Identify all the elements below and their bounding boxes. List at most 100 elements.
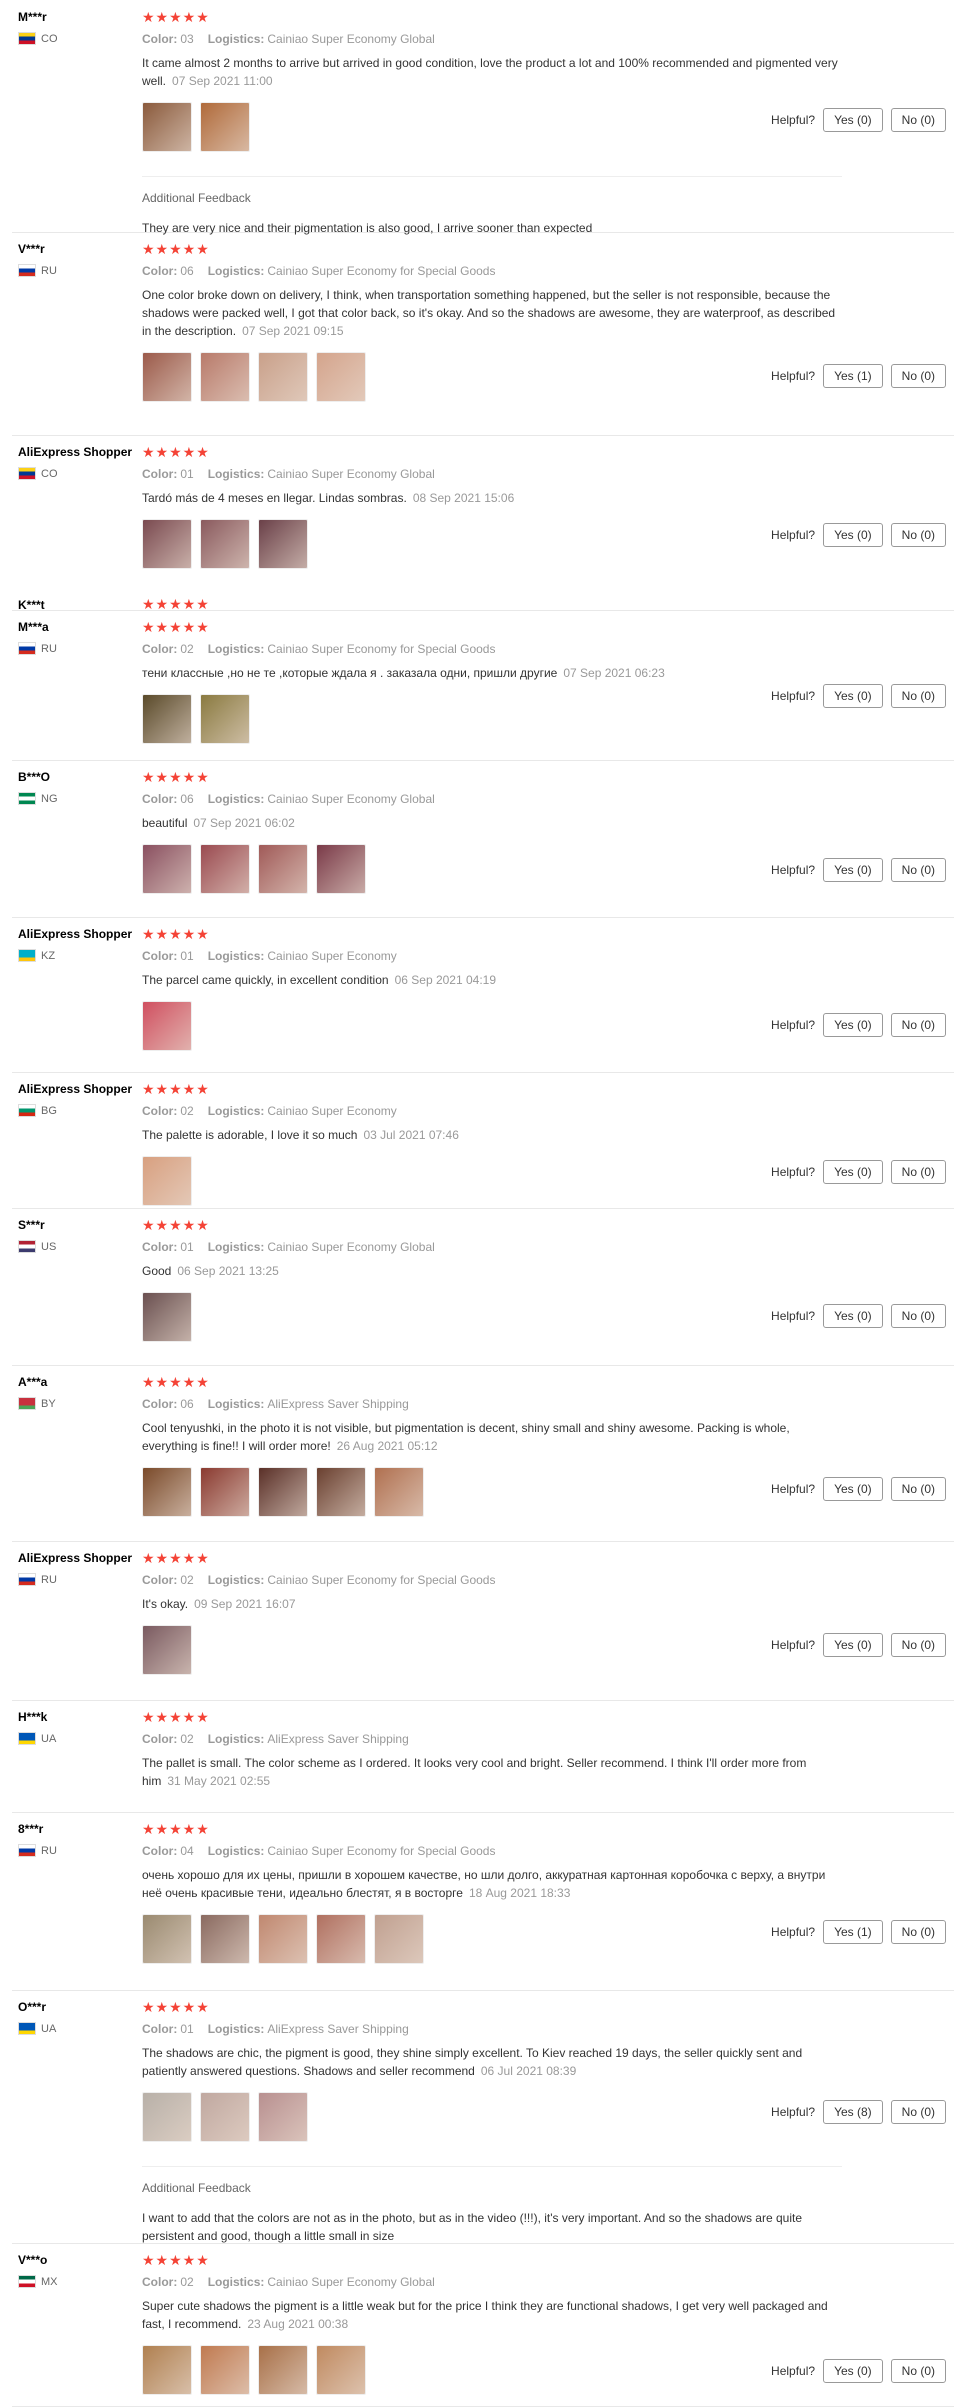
review-photo[interactable] bbox=[142, 694, 192, 744]
review-photos bbox=[142, 694, 842, 744]
reviewer-info: H***k UA bbox=[18, 1710, 148, 1745]
helpful-no-button[interactable]: No (0) bbox=[890, 364, 946, 388]
helpful-yes-button[interactable]: Yes (0) bbox=[823, 523, 883, 547]
review-meta: Color: 06 Logistics: AliExpress Saver Shipp… bbox=[142, 1397, 842, 1411]
country-code: BG bbox=[41, 1104, 57, 1117]
helpful-label: Helpful? bbox=[771, 1309, 816, 1323]
review-photo[interactable] bbox=[142, 1156, 192, 1206]
helpful-yes-button[interactable]: Yes (1) bbox=[823, 364, 883, 388]
rating-stars-icon: ★★★★★ bbox=[142, 1709, 210, 1725]
helpful-no-button[interactable]: No (0) bbox=[890, 1304, 946, 1328]
review-photo[interactable] bbox=[142, 352, 192, 402]
helpful-no-button[interactable]: No (0) bbox=[890, 1633, 946, 1657]
helpful-no-button[interactable]: No (0) bbox=[890, 1013, 946, 1037]
review-item: M***a RU ★★★★★ Color: 02 Logistics: Cainiao Su… bbox=[12, 610, 954, 761]
review-photo[interactable] bbox=[200, 2345, 250, 2395]
review-photo[interactable] bbox=[142, 2092, 192, 2142]
review-photo[interactable] bbox=[374, 1914, 424, 1964]
review-photo[interactable] bbox=[142, 2345, 192, 2395]
review-photo[interactable] bbox=[142, 1914, 192, 1964]
reviewer-country: US bbox=[18, 1240, 148, 1253]
country-code: KZ bbox=[41, 949, 56, 962]
review-photo[interactable] bbox=[142, 1001, 192, 1051]
review-photo[interactable] bbox=[142, 1467, 192, 1517]
helpful-yes-button[interactable]: Yes (0) bbox=[823, 1013, 883, 1037]
review-photo[interactable] bbox=[200, 1914, 250, 1964]
review-meta: Color: 02 Logistics: Cainiao Super Economy bbox=[142, 1104, 842, 1118]
country-code: NG bbox=[41, 792, 58, 805]
logistics-value: Cainiao Super Economy for Special Goods bbox=[267, 1844, 496, 1858]
helpful-yes-button[interactable]: Yes (0) bbox=[823, 1633, 883, 1657]
review-photo[interactable] bbox=[142, 519, 192, 569]
helpful-yes-button[interactable]: Yes (0) bbox=[823, 858, 883, 882]
review-content: ★★★★★ Color: 03 Logistics: Cainiao Super Eco… bbox=[142, 10, 842, 237]
review-photo[interactable] bbox=[200, 694, 250, 744]
review-photo[interactable] bbox=[258, 2092, 308, 2142]
helpful-no-button[interactable]: No (0) bbox=[890, 1477, 946, 1501]
review-photo[interactable] bbox=[258, 844, 308, 894]
review-content: ★★★★★ Color: 02 Logistics: AliExpress Saver … bbox=[142, 1710, 842, 1790]
logistics-label: Logistics: bbox=[207, 264, 265, 278]
review-text: The shadows are chic, the pigment is goo… bbox=[142, 2044, 842, 2080]
helpful-no-button[interactable]: No (0) bbox=[890, 108, 946, 132]
review-photo[interactable] bbox=[316, 2345, 366, 2395]
review-photo[interactable] bbox=[316, 844, 366, 894]
logistics-label: Logistics: bbox=[207, 1240, 265, 1254]
review-photo[interactable] bbox=[316, 352, 366, 402]
reviewer-name: 8***r bbox=[18, 1822, 44, 1836]
review-photo[interactable] bbox=[374, 1467, 424, 1517]
review-item: AliExpress Shopper CO ★★★★★ Color: 01 Logisti… bbox=[12, 435, 954, 611]
review-content: ★★★★★ Color: 02 Logistics: Cainiao Super Eco… bbox=[142, 2253, 842, 2395]
color-value: 01 bbox=[180, 949, 194, 963]
rating-stars-icon: ★★★★★ bbox=[142, 769, 210, 785]
country-flag-icon bbox=[18, 1732, 36, 1745]
color-value: 01 bbox=[180, 467, 194, 481]
review-photo[interactable] bbox=[200, 519, 250, 569]
helpful-no-button[interactable]: No (0) bbox=[890, 1160, 946, 1184]
helpful-no-button[interactable]: No (0) bbox=[890, 684, 946, 708]
helpful-yes-button[interactable]: Yes (0) bbox=[823, 2359, 883, 2383]
helpful-yes-button[interactable]: Yes (8) bbox=[823, 2100, 883, 2124]
helpful-yes-button[interactable]: Yes (0) bbox=[823, 1304, 883, 1328]
review-photo[interactable] bbox=[258, 519, 308, 569]
helpful-no-button[interactable]: No (0) bbox=[890, 523, 946, 547]
review-photo[interactable] bbox=[258, 1914, 308, 1964]
additional-feedback: Additional Feedback I want to add that th… bbox=[142, 2166, 842, 2245]
review-photo[interactable] bbox=[258, 352, 308, 402]
helpful-no-button[interactable]: No (0) bbox=[890, 2100, 946, 2124]
helpful-no-button[interactable]: No (0) bbox=[890, 2359, 946, 2383]
review-photos bbox=[142, 519, 842, 569]
helpful-no-button[interactable]: No (0) bbox=[890, 858, 946, 882]
review-photo[interactable] bbox=[200, 2092, 250, 2142]
logistics-value: AliExpress Saver Shipping bbox=[267, 2022, 409, 2036]
helpful-yes-button[interactable]: Yes (0) bbox=[823, 1160, 883, 1184]
helpful-yes-button[interactable]: Yes (1) bbox=[823, 1920, 883, 1944]
rating-stars-icon: ★★★★★ bbox=[142, 2252, 210, 2268]
color-label: Color: bbox=[142, 264, 178, 278]
color-label: Color: bbox=[142, 467, 178, 481]
helpful-no-button[interactable]: No (0) bbox=[890, 1920, 946, 1944]
review-photo[interactable] bbox=[316, 1467, 366, 1517]
review-photo[interactable] bbox=[258, 1467, 308, 1517]
review-photo[interactable] bbox=[142, 1292, 192, 1342]
review-photo[interactable] bbox=[316, 1914, 366, 1964]
reviewer-country: UA bbox=[18, 2022, 148, 2035]
review-photo[interactable] bbox=[258, 2345, 308, 2395]
review-photo[interactable] bbox=[142, 844, 192, 894]
rating-stars-icon: ★★★★★ bbox=[142, 1217, 210, 1233]
review-photos bbox=[142, 2092, 842, 2142]
review-photo[interactable] bbox=[200, 102, 250, 152]
country-code: UA bbox=[41, 1732, 57, 1745]
country-flag-icon bbox=[18, 2022, 36, 2035]
review-photo[interactable] bbox=[142, 102, 192, 152]
review-photo[interactable] bbox=[200, 352, 250, 402]
reviewer-name: M***r bbox=[18, 10, 47, 24]
helpful-label: Helpful? bbox=[771, 528, 816, 542]
review-meta: Color: 02 Logistics: Cainiao Super Economy … bbox=[142, 2275, 842, 2289]
helpful-yes-button[interactable]: Yes (0) bbox=[823, 684, 883, 708]
review-photo[interactable] bbox=[200, 844, 250, 894]
review-photo[interactable] bbox=[200, 1467, 250, 1517]
review-photo[interactable] bbox=[142, 1625, 192, 1675]
helpful-yes-button[interactable]: Yes (0) bbox=[823, 1477, 883, 1501]
helpful-yes-button[interactable]: Yes (0) bbox=[823, 108, 883, 132]
